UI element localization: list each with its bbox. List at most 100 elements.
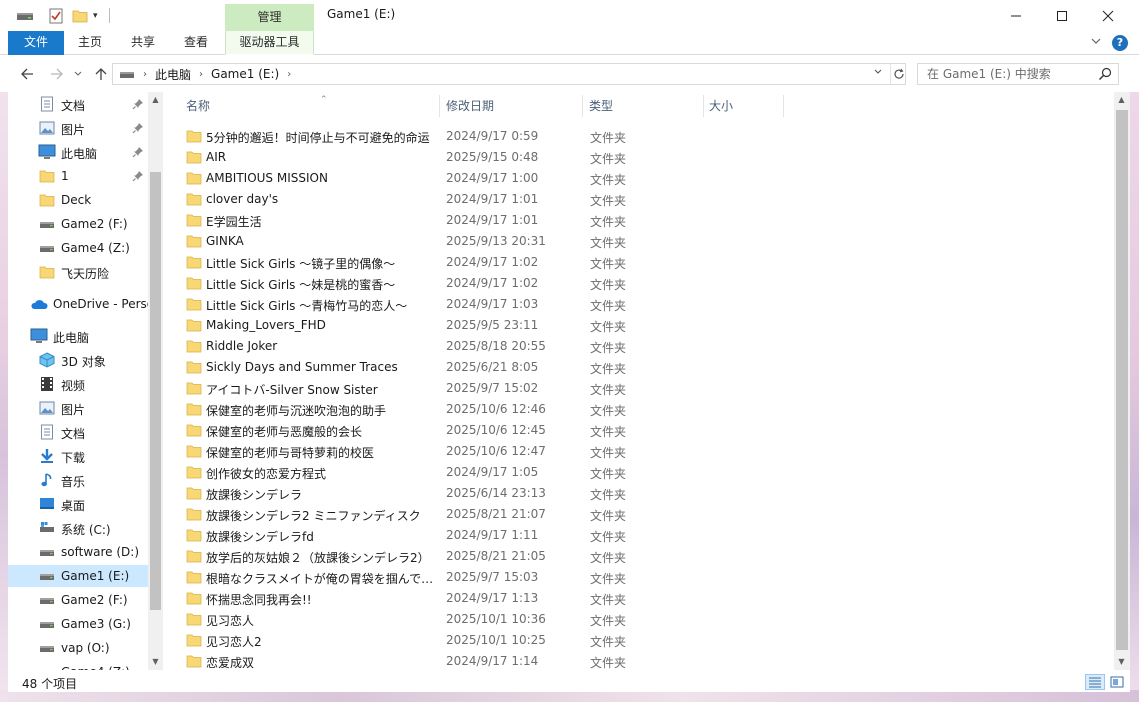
- tab-share[interactable]: 共享: [116, 31, 170, 55]
- table-row[interactable]: GINKA 2025/9/13 20:31 文件夹: [184, 231, 1084, 252]
- table-row[interactable]: AIR 2025/9/15 0:48 文件夹: [184, 147, 1084, 168]
- sidebar-item[interactable]: 图片: [8, 117, 148, 139]
- sidebar-item[interactable]: 文档: [8, 421, 148, 443]
- details-view-button[interactable]: [1085, 674, 1105, 690]
- sidebar-item[interactable]: 3D 对象: [8, 349, 148, 371]
- sidebar-item[interactable]: 图片: [8, 397, 148, 419]
- table-row[interactable]: 保健室的老师与恶魔般的会长 2025/10/6 12:45 文件夹: [184, 420, 1084, 441]
- scroll-up-icon[interactable]: ▲: [1114, 92, 1129, 108]
- sidebar-item[interactable]: Game3 (G:): [8, 613, 148, 635]
- sidebar-item[interactable]: Game1 (E:): [8, 565, 148, 587]
- sidebar-item[interactable]: 此电脑: [8, 141, 148, 163]
- scrollbar-thumb[interactable]: [150, 172, 161, 610]
- recent-locations-button[interactable]: [72, 64, 84, 84]
- address-bar[interactable]: › 此电脑 › Game1 (E:) ›: [112, 63, 906, 85]
- pin-icon[interactable]: [132, 170, 144, 182]
- table-row[interactable]: 创作彼女的恋爱方程式 2024/9/17 1:05 文件夹: [184, 462, 1084, 483]
- table-row[interactable]: 放課後シンデレラ 2025/6/14 23:13 文件夹: [184, 483, 1084, 504]
- breadcrumb-separator-icon[interactable]: ›: [199, 69, 203, 80]
- large-icons-view-button[interactable]: [1107, 674, 1127, 690]
- breadcrumb-separator-icon[interactable]: ›: [143, 69, 147, 80]
- scroll-up-icon[interactable]: ▲: [148, 92, 163, 108]
- sidebar-item[interactable]: vap (O:): [8, 637, 148, 659]
- sidebar-item[interactable]: 系统 (C:): [8, 517, 148, 539]
- table-row[interactable]: AMBITIOUS MISSION 2024/9/17 1:00 文件夹: [184, 168, 1084, 189]
- pin-icon[interactable]: [132, 98, 144, 110]
- table-row[interactable]: 5分钟的邂逅！时间停止与不可避免的命运 2024/9/17 0:59 文件夹: [184, 126, 1084, 147]
- customize-toolbar-icon[interactable]: ▾: [93, 7, 103, 25]
- sidebar-item[interactable]: 视频: [8, 373, 148, 395]
- table-row[interactable]: Little Sick Girls ～青梅竹马的恋人～ 2024/9/17 1:0…: [184, 294, 1084, 315]
- table-row[interactable]: E学园生活 2024/9/17 1:01 文件夹: [184, 210, 1084, 231]
- folder-icon: [186, 213, 202, 227]
- table-row[interactable]: 见习恋人 2025/10/1 10:36 文件夹: [184, 609, 1084, 630]
- table-row[interactable]: 保健室的老师与沉迷吹泡泡的助手 2025/10/6 12:46 文件夹: [184, 399, 1084, 420]
- tab-file[interactable]: 文件: [8, 31, 64, 55]
- table-row[interactable]: clover day's 2024/9/17 1:01 文件夹: [184, 189, 1084, 210]
- table-row[interactable]: 怀揣思念同我再会!! 2024/9/17 1:13 文件夹: [184, 588, 1084, 609]
- refresh-button[interactable]: [890, 64, 906, 84]
- sidebar-item[interactable]: 飞天历险: [8, 261, 148, 283]
- search-icon[interactable]: [1098, 67, 1112, 81]
- table-row[interactable]: Sickly Days and Summer Traces 2025/6/21 8…: [184, 357, 1084, 378]
- sidebar-item[interactable]: OneDrive - Perso: [8, 293, 148, 315]
- column-divider[interactable]: [783, 95, 784, 117]
- navigation-pane-scrollbar[interactable]: ▲ ▼: [148, 92, 163, 670]
- table-row[interactable]: アイコトバ-Silver Snow Sister 2025/9/7 15:02 文件…: [184, 378, 1084, 399]
- table-row[interactable]: 放課後シンデレラ2 ミニファンディスク 2025/8/21 21:07 文件夹: [184, 504, 1084, 525]
- sidebar-item[interactable]: 下载: [8, 445, 148, 467]
- pin-icon[interactable]: [132, 122, 144, 134]
- column-header-size[interactable]: 大小: [703, 92, 783, 120]
- column-header-name[interactable]: 名称 ⌃: [180, 92, 440, 120]
- breadcrumb-this-pc[interactable]: 此电脑: [155, 66, 191, 83]
- file-list-scrollbar[interactable]: ▲ ▼: [1114, 92, 1130, 670]
- breadcrumb-separator-icon[interactable]: ›: [287, 69, 291, 80]
- sidebar-item[interactable]: 1: [8, 165, 148, 187]
- tab-home[interactable]: 主页: [64, 31, 116, 55]
- up-button[interactable]: [91, 64, 111, 84]
- sidebar-item[interactable]: Deck: [8, 189, 148, 211]
- tab-drive-tools[interactable]: 驱动器工具: [225, 31, 314, 55]
- scrollbar-thumb[interactable]: [1116, 110, 1128, 650]
- manage-context-tab[interactable]: 管理: [225, 4, 314, 31]
- sidebar-item[interactable]: 音乐: [8, 469, 148, 491]
- sidebar-item[interactable]: Game4 (Z:): [8, 661, 148, 670]
- sidebar-item[interactable]: software (D:): [8, 541, 148, 563]
- table-row[interactable]: Making_Lovers_FHD 2025/9/5 23:11 文件夹: [184, 315, 1084, 336]
- sidebar-item[interactable]: 桌面: [8, 493, 148, 515]
- pin-icon[interactable]: [132, 146, 144, 158]
- table-row[interactable]: 放課後シンデレラfd 2024/9/17 1:11 文件夹: [184, 525, 1084, 546]
- back-button[interactable]: [17, 64, 37, 84]
- breadcrumb-current-drive[interactable]: Game1 (E:): [211, 67, 279, 81]
- sidebar-item[interactable]: Game4 (Z:): [8, 237, 148, 259]
- sidebar-item[interactable]: 文档: [8, 93, 148, 115]
- table-row[interactable]: 见习恋人2 2025/10/1 10:25 文件夹: [184, 630, 1084, 651]
- search-input[interactable]: [918, 64, 1094, 84]
- scroll-down-icon[interactable]: ▼: [148, 654, 163, 670]
- address-history-icon[interactable]: [873, 67, 883, 80]
- table-row[interactable]: 保健室的老师与哥特萝莉的校医 2025/10/6 12:47 文件夹: [184, 441, 1084, 462]
- new-folder-icon[interactable]: [72, 7, 88, 25]
- column-header-type[interactable]: 类型: [583, 92, 703, 120]
- table-row[interactable]: 放学后的灰姑娘２（放課後シンデレラ2） 2025/8/21 21:05 文件夹: [184, 546, 1084, 567]
- table-row[interactable]: 恋爱成双 2024/9/17 1:14 文件夹: [184, 651, 1084, 670]
- forward-button[interactable]: [47, 64, 67, 84]
- close-button[interactable]: [1085, 0, 1131, 31]
- table-row[interactable]: Little Sick Girls ～镜子里的偶像～ 2024/9/17 1:02…: [184, 252, 1084, 273]
- sidebar-item[interactable]: Game2 (F:): [8, 589, 148, 611]
- properties-icon[interactable]: [48, 7, 64, 25]
- minimize-button[interactable]: [993, 0, 1039, 31]
- column-header-date[interactable]: 修改日期: [440, 92, 583, 120]
- expand-ribbon-icon[interactable]: [1090, 35, 1104, 49]
- help-icon[interactable]: ?: [1112, 35, 1128, 51]
- table-row[interactable]: Riddle Joker 2025/8/18 20:55 文件夹: [184, 336, 1084, 357]
- scroll-down-icon[interactable]: ▼: [1114, 654, 1129, 670]
- sidebar-item[interactable]: 此电脑: [8, 325, 148, 347]
- table-row[interactable]: 根暗なクラスメイトが俺の胃袋を掴んで… 2025/9/7 15:03 文件夹: [184, 567, 1084, 588]
- table-row[interactable]: Little Sick Girls ～妹是桃的蜜香～ 2024/9/17 1:02…: [184, 273, 1084, 294]
- tab-view[interactable]: 查看: [170, 31, 222, 55]
- drive-icon[interactable]: [16, 7, 34, 25]
- maximize-button[interactable]: [1039, 0, 1085, 31]
- search-box[interactable]: [917, 63, 1119, 85]
- sidebar-item[interactable]: Game2 (F:): [8, 213, 148, 235]
